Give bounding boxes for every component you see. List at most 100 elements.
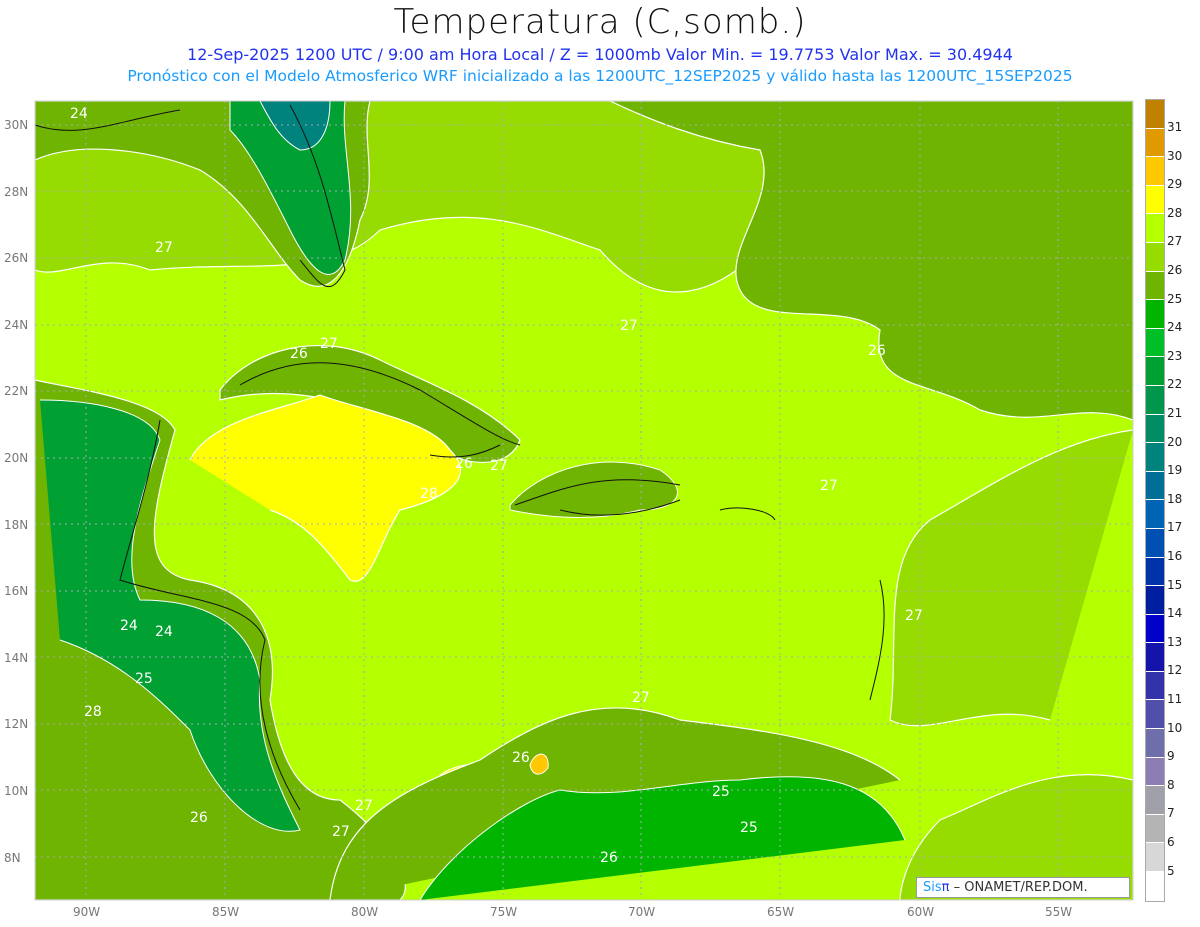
- colorbar-label: 30: [1167, 148, 1183, 163]
- contour-label: 28: [420, 486, 438, 502]
- colorbar-swatch: [1146, 214, 1164, 243]
- contour-label: 25: [135, 671, 153, 687]
- colorbar-swatch: [1146, 700, 1164, 730]
- colorbar-swatch: [1146, 643, 1164, 672]
- colorbar-label: 17: [1167, 520, 1183, 535]
- contour-label: 24: [155, 624, 173, 640]
- colorbar-label: 11: [1167, 692, 1183, 706]
- colorbar-label: 29: [1167, 177, 1183, 192]
- contour-label: 27: [620, 318, 638, 334]
- contour-label: 27: [355, 798, 373, 814]
- colorbar-label: 7: [1167, 806, 1175, 821]
- contour-label: 26: [512, 750, 530, 766]
- colorbar-swatch: [1146, 328, 1164, 358]
- lat-tick-label: 18N: [4, 517, 29, 532]
- colorbar-label: 26: [1167, 263, 1183, 277]
- colorbar-label: 12: [1167, 663, 1183, 678]
- lon-tick-label: 85W: [212, 905, 240, 919]
- colorbar-label: 6: [1167, 835, 1175, 849]
- colorbar-swatch: [1146, 242, 1164, 272]
- contour-label: 28: [84, 704, 102, 720]
- colorbar-swatch: [1146, 100, 1164, 129]
- lon-tick-label: 60W: [907, 905, 935, 919]
- contour-label: 27: [820, 478, 838, 494]
- lat-tick-label: 30N: [4, 118, 29, 132]
- credit-logo-sis: Sis: [923, 880, 942, 895]
- lat-tick-label: 16N: [4, 584, 29, 599]
- colorbar-label: 27: [1167, 234, 1183, 249]
- colorbar-label: 19: [1167, 463, 1183, 478]
- colorbar-swatch: [1146, 471, 1164, 501]
- contour-label: 25: [740, 820, 758, 836]
- contour-label: 25: [712, 784, 730, 800]
- lat-tick-label: 10N: [4, 784, 29, 798]
- colorbar-swatch: [1146, 786, 1164, 815]
- contour-label: 26: [455, 456, 473, 472]
- colorbar-swatch: [1146, 128, 1164, 158]
- colorbar: [1145, 99, 1165, 902]
- colorbar-label: 24: [1167, 320, 1183, 335]
- lon-tick-label: 80W: [351, 905, 379, 919]
- contour-label: 26: [190, 810, 208, 826]
- contour-label: 24: [120, 618, 138, 634]
- colorbar-swatch: [1146, 157, 1164, 186]
- colorbar-label: 23: [1167, 348, 1183, 363]
- contour-label: 27: [155, 240, 173, 256]
- colorbar-swatch: [1146, 185, 1164, 215]
- lat-tick-label: 28N: [4, 184, 29, 199]
- lat-tick-label: 14N: [4, 650, 29, 665]
- contour-label: 26: [868, 343, 886, 359]
- contour-label: 27: [632, 690, 650, 706]
- colorbar-swatch: [1146, 500, 1164, 529]
- colorbar-label: 10: [1167, 720, 1183, 735]
- contour-label: 27: [905, 608, 923, 624]
- lat-tick-label: 26N: [4, 251, 29, 266]
- lat-tick-label: 24N: [4, 317, 29, 332]
- colorbar-label: 28: [1167, 205, 1183, 220]
- colorbar-label: 15: [1167, 577, 1183, 592]
- colorbar-swatch: [1146, 443, 1164, 472]
- colorbar-swatch: [1146, 872, 1164, 901]
- lat-tick-label: 20N: [4, 451, 29, 465]
- credit-text: – ONAMET/REP.DOM.: [953, 880, 1088, 895]
- colorbar-label: 18: [1167, 491, 1183, 506]
- colorbar-label: 21: [1167, 406, 1183, 420]
- colorbar-swatch: [1146, 528, 1164, 558]
- contour-label: 26: [290, 346, 308, 362]
- lon-tick-label: 65W: [767, 905, 795, 919]
- credit-box: Sisπ – ONAMET/REP.DOM.: [916, 877, 1130, 898]
- colorbar-label: 14: [1167, 606, 1183, 621]
- colorbar-swatch: [1146, 300, 1164, 329]
- colorbar-label: 8: [1167, 777, 1175, 792]
- colorbar-swatch: [1146, 385, 1164, 415]
- colorbar-swatch: [1146, 729, 1164, 758]
- contour-label: 26: [600, 850, 618, 866]
- lat-tick-label: 12N: [4, 717, 29, 732]
- contour-label: 27: [332, 824, 350, 840]
- lon-tick-label: 70W: [628, 905, 656, 919]
- lon-tick-label: 75W: [490, 905, 518, 919]
- colorbar-swatch: [1146, 814, 1164, 844]
- lon-tick-label: 55W: [1045, 905, 1073, 919]
- colorbar-swatch: [1146, 671, 1164, 701]
- colorbar-label: 22: [1167, 377, 1183, 392]
- contour-label: 24: [70, 106, 88, 122]
- colorbar-swatch: [1146, 614, 1164, 644]
- colorbar-swatch: [1146, 757, 1164, 787]
- colorbar-label: 25: [1167, 291, 1183, 306]
- contour-label: 27: [490, 458, 508, 474]
- lat-tick-label: 8N: [4, 850, 21, 865]
- colorbar-swatch: [1146, 357, 1164, 386]
- colorbar-swatch: [1146, 586, 1164, 615]
- colorbar-label: 20: [1167, 434, 1183, 449]
- colorbar-label: 5: [1167, 863, 1175, 878]
- colorbar-swatch: [1146, 271, 1164, 301]
- credit-logo-pi: π: [941, 880, 950, 895]
- colorbar-swatch: [1146, 414, 1164, 444]
- colorbar-label: 31: [1167, 120, 1183, 134]
- colorbar-label: 16: [1167, 549, 1183, 563]
- contour-label: 27: [320, 336, 338, 352]
- colorbar-swatch: [1146, 843, 1164, 873]
- colorbar-swatch: [1146, 557, 1164, 587]
- colorbar-label: 13: [1167, 634, 1183, 649]
